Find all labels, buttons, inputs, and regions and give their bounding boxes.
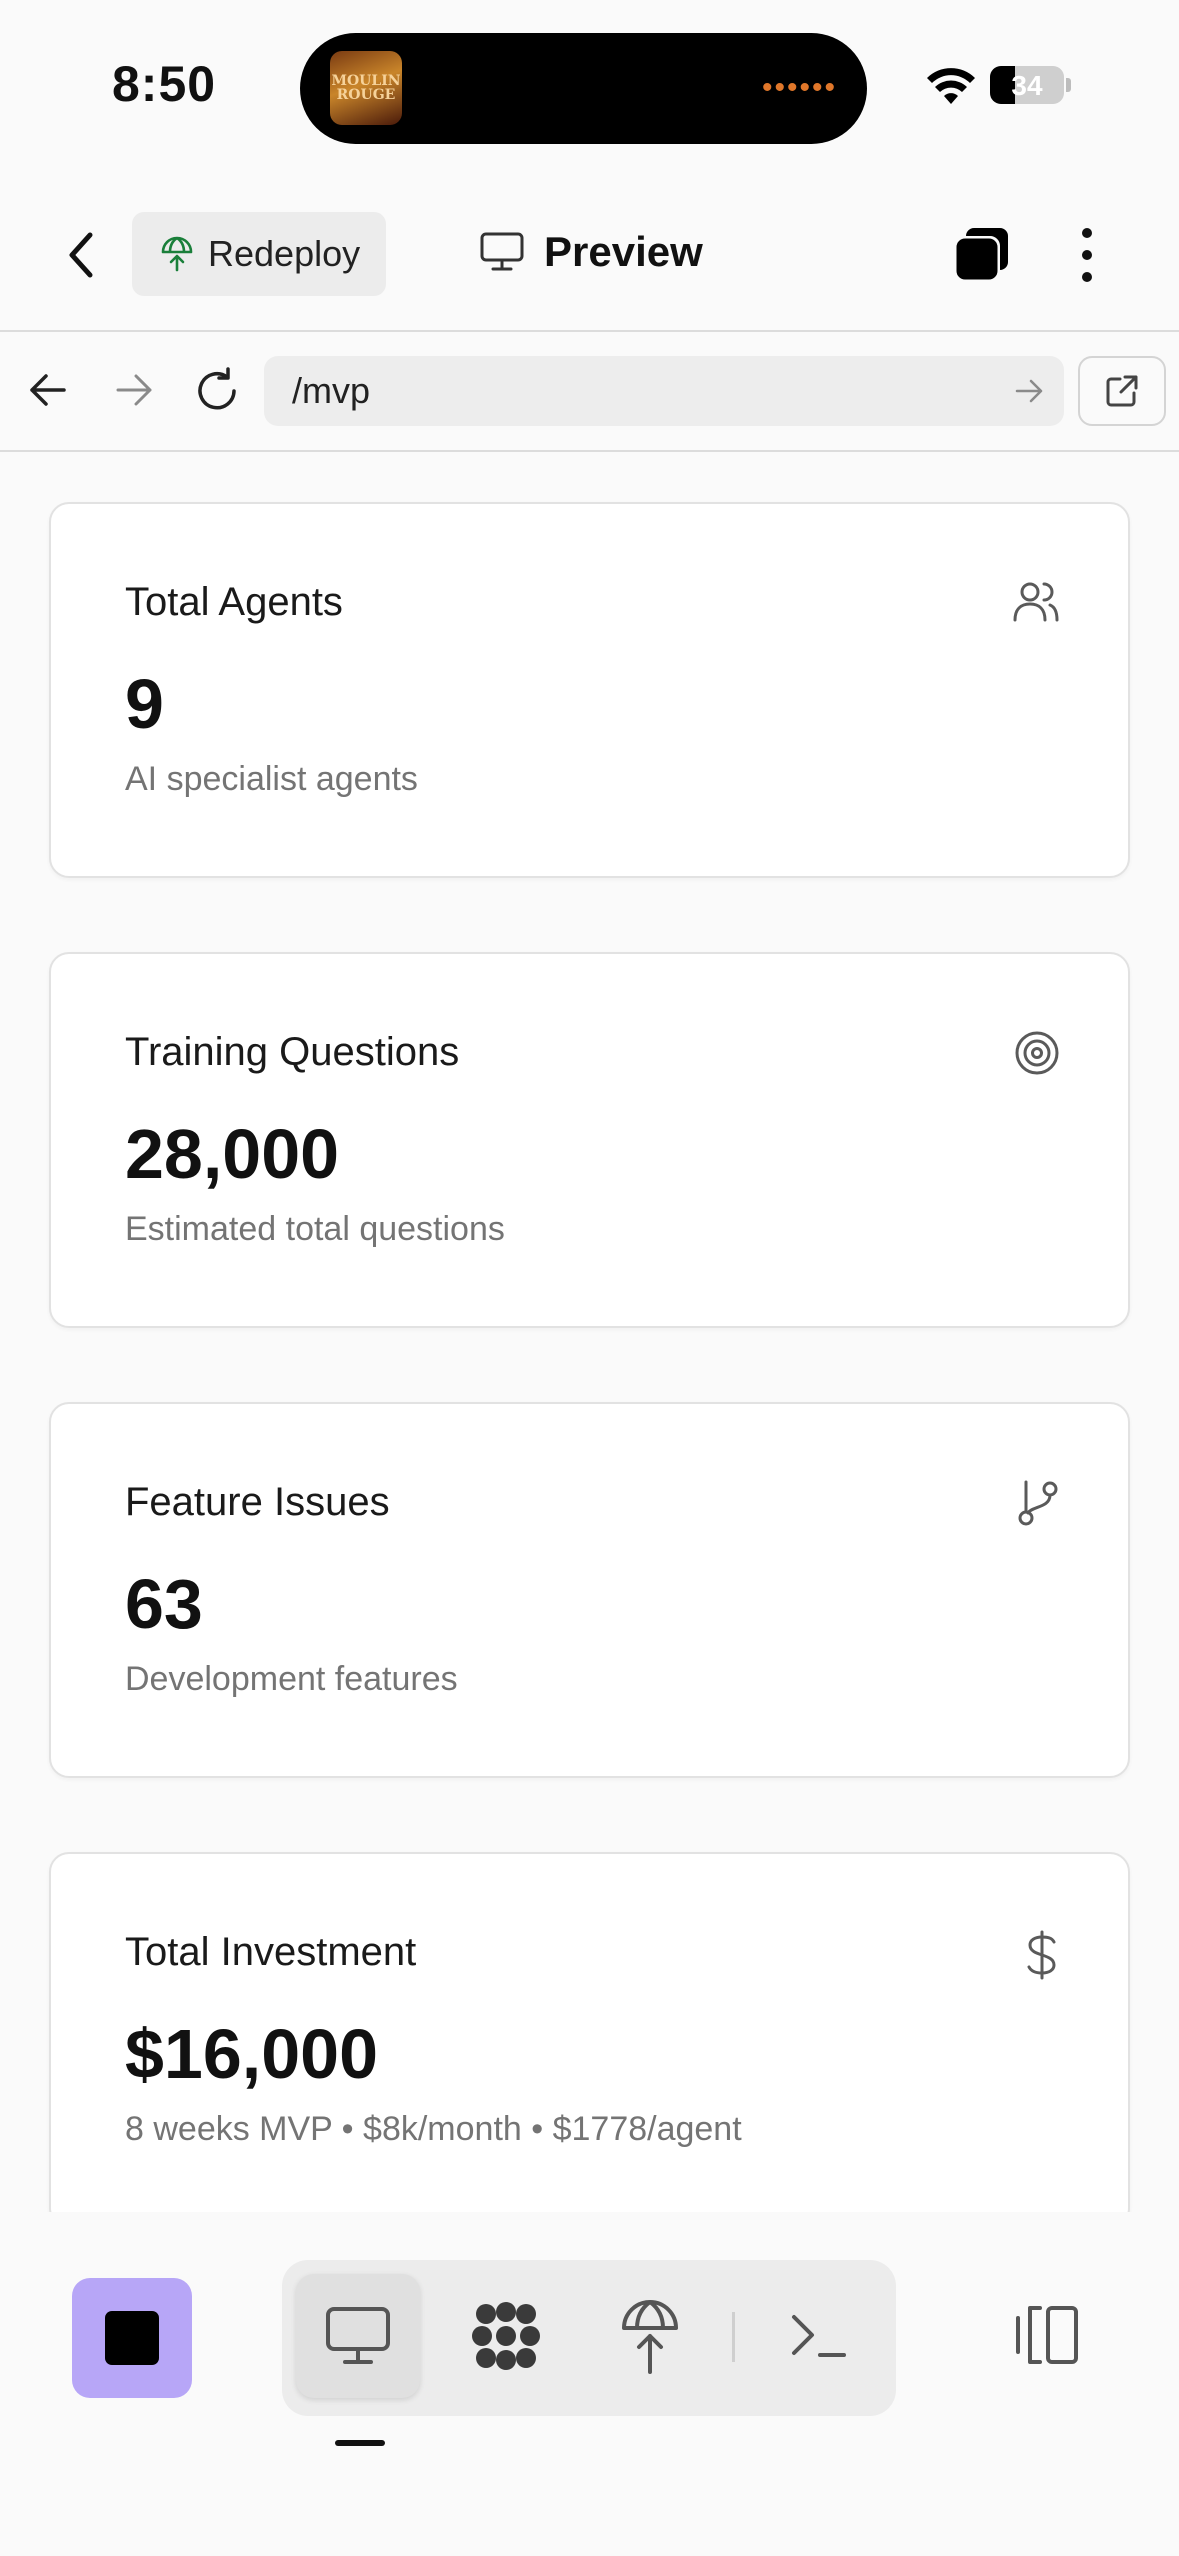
card-value: 28,000 (125, 1115, 340, 1193)
monitor-icon (326, 2307, 390, 2364)
git-branch-icon (1016, 1480, 1060, 1533)
wifi-icon (925, 66, 977, 111)
tabs-button[interactable] (952, 225, 1012, 290)
external-link-icon (1106, 375, 1138, 407)
card-subtitle: 8 weeks MVP • $8k/month • $1778/agent (125, 2110, 742, 2148)
artwork-text: MOULIN ROUGE (331, 73, 401, 103)
redeploy-label: Redeploy (208, 233, 361, 274)
stat-card-feature-issues: Feature Issues 63 Development features (49, 1402, 1130, 1778)
toggle-panel-button[interactable] (1010, 2304, 1082, 2371)
card-title: Training Questions (125, 1030, 460, 1074)
browser-forward-button[interactable] (112, 368, 156, 417)
monitor-icon (480, 232, 524, 271)
active-tab-indicator (335, 2440, 385, 2446)
card-subtitle: AI specialist agents (125, 760, 418, 798)
arrow-left-icon (30, 374, 66, 406)
stat-card-total-investment: Total Investment $16,000 8 weeks MVP • $… (49, 1852, 1130, 2212)
stat-card-training-questions: Training Questions 28,000 Estimated tota… (49, 952, 1130, 1328)
terminal-icon (792, 2315, 846, 2357)
card-value: 9 (125, 665, 164, 743)
tab-workspace[interactable] (444, 2274, 568, 2398)
card-title: Feature Issues (125, 1480, 390, 1524)
view-switcher (282, 2260, 896, 2416)
tab-terminal[interactable] (756, 2274, 880, 2398)
card-title: Total Investment (125, 1930, 417, 1974)
open-external-button[interactable] (1078, 356, 1166, 426)
battery-level: 34 (1011, 70, 1043, 101)
deploy-icon (161, 236, 193, 272)
stat-card-total-agents: Total Agents 9 AI specialist agents (49, 502, 1130, 878)
card-title: Total Agents (125, 580, 343, 624)
battery-icon: 34 (990, 66, 1064, 104)
stop-button[interactable] (72, 2278, 192, 2398)
more-options-button[interactable] (1075, 225, 1099, 290)
url-input[interactable] (292, 356, 972, 426)
top-toolbar: Redeploy Preview (0, 170, 1179, 330)
preview-label: Preview (544, 228, 703, 275)
target-icon (1014, 1030, 1060, 1081)
audio-waveform-icon: •••••• (761, 71, 837, 104)
more-vertical-icon (1082, 228, 1092, 282)
panel-icon (1016, 2306, 1078, 2364)
tab-deploy[interactable] (588, 2274, 712, 2398)
tab-preview[interactable] (296, 2274, 420, 2398)
divider (732, 2312, 735, 2362)
preview-selector[interactable]: Preview (480, 228, 703, 276)
browser-url-bar (0, 332, 1179, 450)
back-button[interactable] (62, 227, 102, 288)
dynamic-island[interactable]: MOULIN ROUGE •••••• (300, 33, 867, 144)
arrow-right-icon (1015, 379, 1043, 403)
status-bar: 8:50 MOULIN ROUGE •••••• 34 (0, 0, 1179, 170)
status-time: 8:50 (112, 56, 217, 112)
card-value: $16,000 (125, 2015, 379, 2093)
chevron-left-icon (69, 232, 93, 278)
tabs-icon (954, 228, 1008, 282)
arrow-right-icon (116, 374, 152, 406)
browser-back-button[interactable] (26, 368, 70, 417)
card-subtitle: Estimated total questions (125, 1210, 505, 1248)
reload-button[interactable] (192, 366, 242, 421)
dollar-icon (1024, 1930, 1060, 1985)
bottom-toolbar (0, 2212, 1179, 2556)
users-icon (1012, 580, 1060, 629)
battery-cap (1066, 78, 1071, 92)
reload-icon (198, 367, 236, 410)
card-value: 63 (125, 1565, 203, 1643)
card-subtitle: Development features (125, 1660, 458, 1698)
page-content[interactable]: Total Agents 9 AI specialist agents Trai… (0, 452, 1179, 2212)
redeploy-button[interactable]: Redeploy (132, 212, 386, 296)
deploy-icon (622, 2300, 678, 2374)
workspace-icon (472, 2302, 540, 2370)
stop-icon (105, 2311, 159, 2365)
url-field[interactable] (264, 356, 1064, 426)
url-go-button[interactable] (1014, 376, 1044, 411)
now-playing-artwork: MOULIN ROUGE (330, 51, 402, 125)
